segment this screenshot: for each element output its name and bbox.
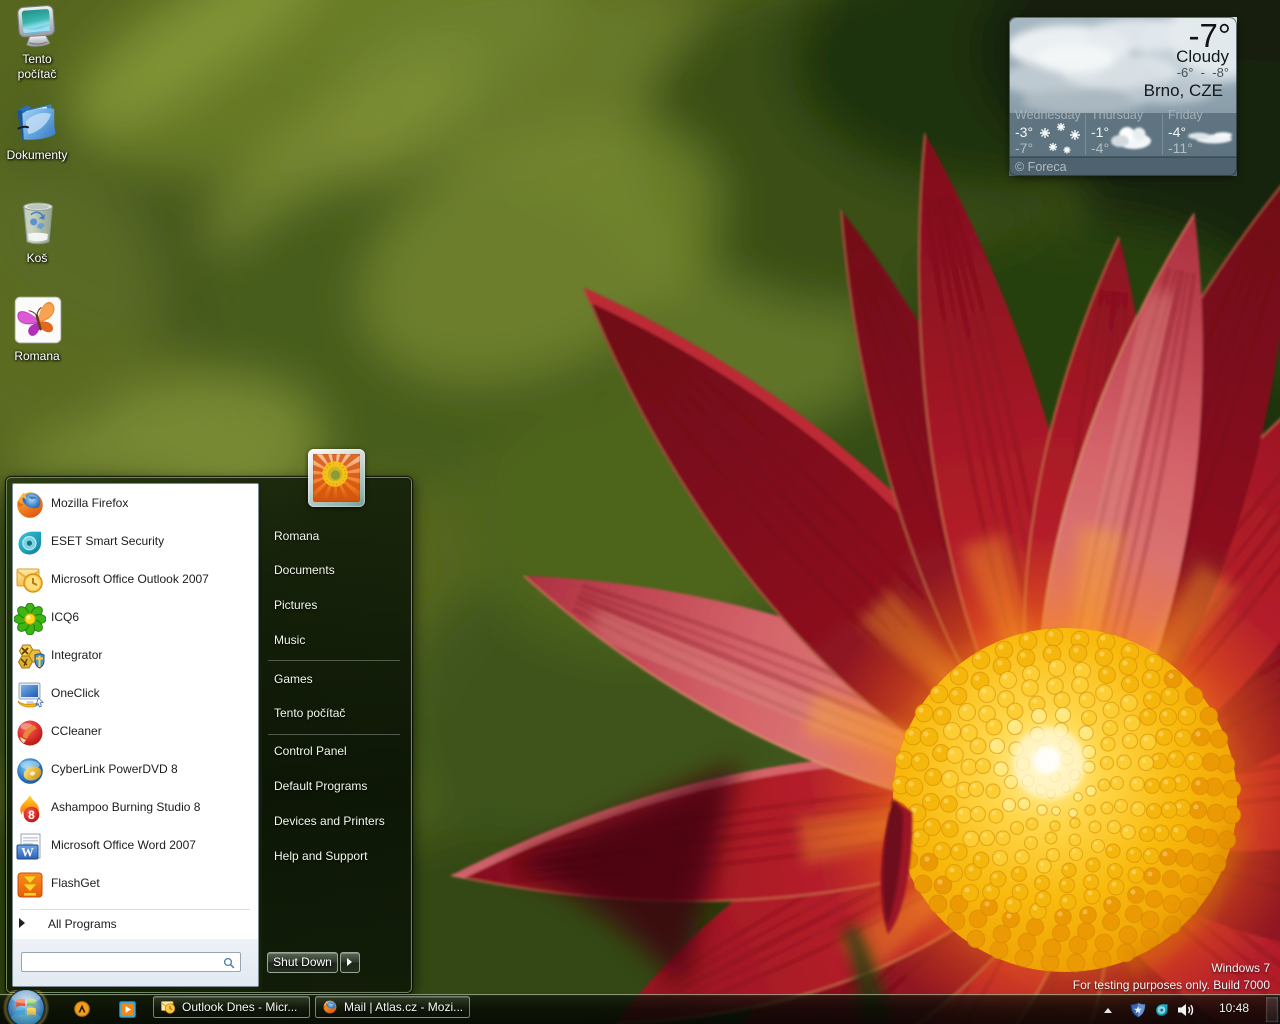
svg-text:W: W: [21, 846, 34, 860]
svg-text:8: 8: [28, 808, 35, 822]
